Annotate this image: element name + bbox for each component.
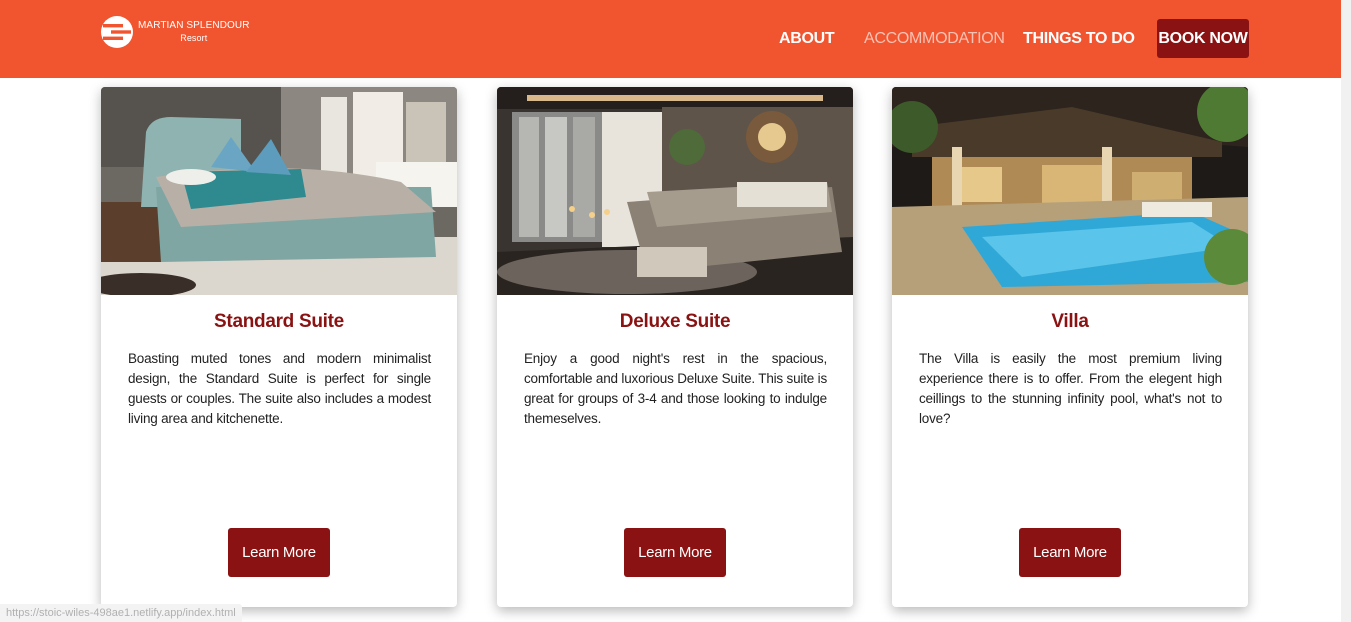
card-title: Villa [1051,311,1089,332]
card-description: Enjoy a good night's rest in the spaciou… [524,351,827,426]
standard-suite-image [101,87,457,295]
learn-more-button[interactable]: Learn More [1019,528,1121,577]
scrollbar[interactable] [1341,0,1351,622]
nav-about[interactable]: ABOUT [779,19,835,59]
card-standard-suite: Standard Suite Boasting muted tones and … [101,87,457,607]
nav-accommodation[interactable]: ACCOMMODATION [864,19,1005,59]
villa-image [892,87,1248,295]
card-description: Boasting muted tones and modern minimali… [128,351,431,426]
nav-things-to-do[interactable]: THINGS TO DO [1023,19,1135,59]
book-now-button[interactable]: BOOK NOW [1157,19,1249,58]
learn-more-button[interactable]: Learn More [624,528,726,577]
site-header: MARTIAN SPLENDOUR Resort ABOUT ACCOMMODA… [0,0,1341,78]
card-title: Standard Suite [214,311,344,332]
card-description: The Villa is easily the most premium liv… [919,351,1222,426]
status-bar-url: https://stoic-wiles-498ae1.netlify.app/i… [0,604,242,622]
deluxe-suite-image [497,87,853,295]
main-nav: ABOUT ACCOMMODATION THINGS TO DO BOOK NO… [0,19,1341,59]
card-deluxe-suite: Deluxe Suite Enjoy a good night's rest i… [497,87,853,607]
card-title: Deluxe Suite [619,311,731,332]
card-villa: Villa The Villa is easily the most premi… [892,87,1248,607]
learn-more-button[interactable]: Learn More [228,528,330,577]
